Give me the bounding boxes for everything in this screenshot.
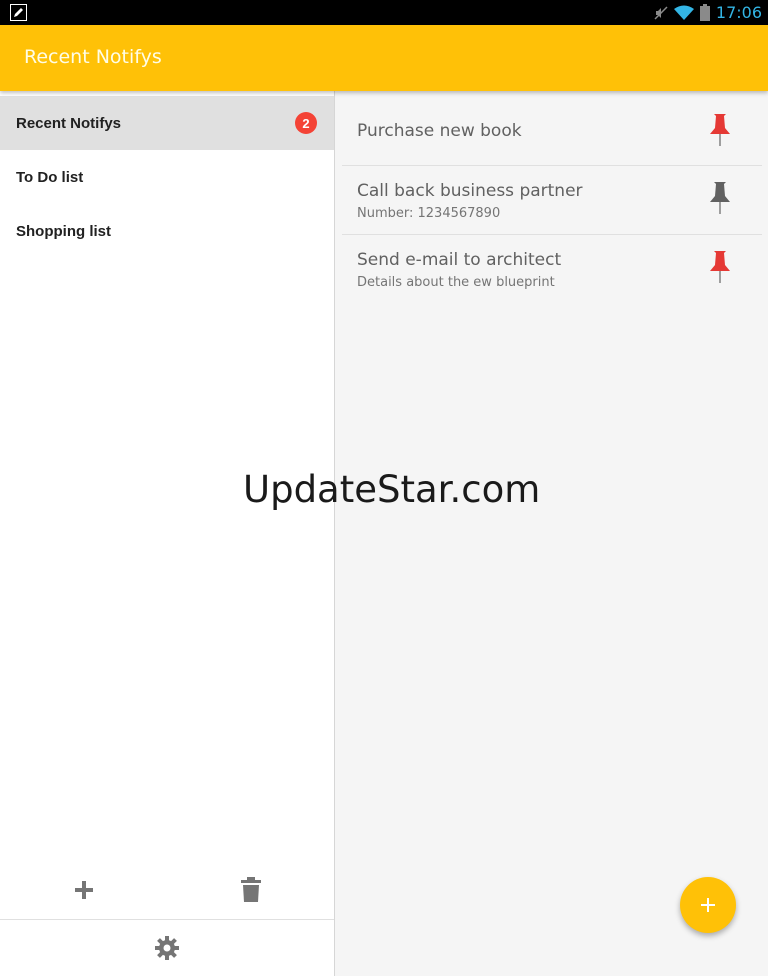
pin-icon[interactable]	[708, 180, 732, 216]
status-time: 17:06	[715, 3, 762, 22]
mute-icon	[654, 5, 668, 20]
sidebar-item-label: To Do list	[16, 168, 84, 186]
note-subtitle: Details about the ew blueprint	[357, 275, 555, 290]
sidebar-item-to-do-list[interactable]: To Do list	[0, 150, 334, 204]
status-bar: 17:06	[0, 0, 768, 25]
sidebar-item-recent-notifys[interactable]: Recent Notifys 2	[0, 96, 334, 150]
pin-icon[interactable]	[708, 249, 732, 285]
watermark-text: UpdateStar.com	[243, 468, 541, 511]
sidebar-item-shopping-list[interactable]: Shopping list	[0, 204, 334, 258]
status-icons: 17:06	[654, 2, 762, 23]
sidebar-item-label: Shopping list	[16, 222, 111, 240]
note-item[interactable]: Purchase new book	[342, 106, 762, 166]
wifi-icon	[673, 5, 694, 20]
edit-notification-icon	[10, 4, 27, 21]
notes-panel: Purchase new book Call back business par…	[335, 91, 768, 976]
sidebar: Recent Notifys 2 To Do list Shopping lis…	[0, 91, 334, 976]
app-bar: Recent Notifys	[0, 25, 768, 91]
note-title: Send e-mail to architect	[357, 250, 562, 270]
trash-icon[interactable]	[240, 877, 262, 903]
pin-icon[interactable]	[708, 112, 732, 148]
gear-icon[interactable]	[155, 936, 179, 960]
note-title: Purchase new book	[357, 121, 522, 141]
sidebar-item-label: Recent Notifys	[16, 114, 122, 132]
bottom-divider	[0, 919, 334, 920]
note-item[interactable]: Send e-mail to architect Details about t…	[342, 235, 762, 303]
plus-icon	[701, 898, 715, 912]
note-title: Call back business partner	[357, 181, 583, 201]
app-title: Recent Notifys	[24, 46, 162, 68]
add-note-button[interactable]	[680, 877, 736, 933]
note-subtitle: Number: 1234567890	[357, 206, 501, 221]
plus-icon[interactable]	[72, 878, 96, 902]
note-item[interactable]: Call back business partner Number: 12345…	[342, 166, 762, 234]
battery-icon	[699, 4, 710, 21]
count-badge: 2	[295, 112, 317, 134]
